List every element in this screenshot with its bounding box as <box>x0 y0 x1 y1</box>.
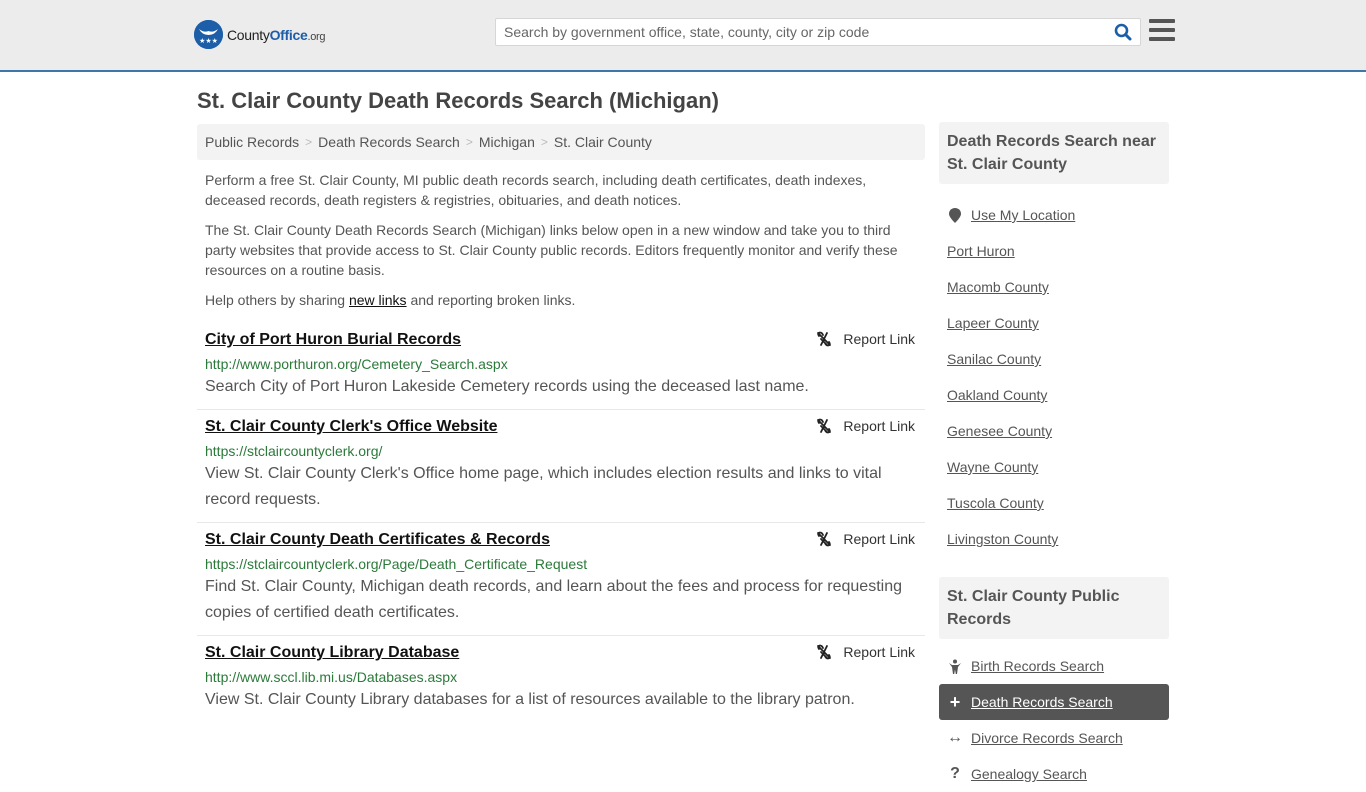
nearby-link-livingston-county[interactable]: Livingston County <box>947 531 1058 547</box>
result-title-link[interactable]: St. Clair County Clerk's Office Website <box>205 416 497 438</box>
result-url[interactable]: https://stclaircountyclerk.org/ <box>205 441 917 461</box>
public-records-item-genealogy[interactable]: ? Genealogy Search <box>939 756 1169 792</box>
new-links-link[interactable]: new links <box>349 292 407 308</box>
death-records-search-link[interactable]: Death Records Search <box>971 694 1113 710</box>
search-icon <box>1114 23 1132 41</box>
sidebar: Death Records Search near St. Clair Coun… <box>939 122 1169 792</box>
result-description: Find St. Clair County, Michigan death re… <box>205 578 902 621</box>
report-link-button[interactable]: Report Link <box>816 418 915 434</box>
public-records-list: Birth Records Search + Death Records Sea… <box>939 648 1169 792</box>
search-button[interactable] <box>1106 19 1140 45</box>
site-header: ★★★ CountyOffice.org <box>0 0 1366 72</box>
breadcrumb-separator: > <box>540 135 548 149</box>
intro: Perform a free St. Clair County, MI publ… <box>197 170 925 310</box>
public-records-heading: St. Clair County Public Records <box>939 577 1169 639</box>
breadcrumb-separator: > <box>305 135 313 149</box>
result-url[interactable]: https://stclaircountyclerk.org/Page/Deat… <box>205 554 917 574</box>
logo[interactable]: ★★★ CountyOffice.org <box>194 20 326 49</box>
broken-link-icon <box>817 418 832 434</box>
breadcrumb-separator: > <box>465 135 473 149</box>
divorce-records-search-link[interactable]: Divorce Records Search <box>971 730 1123 746</box>
main-content: Public Records > Death Records Search > … <box>197 124 925 722</box>
breadcrumb-public-records[interactable]: Public Records <box>205 134 299 150</box>
hamburger-menu-icon[interactable] <box>1149 19 1175 41</box>
search-bar <box>495 18 1141 46</box>
report-link-button[interactable]: Report Link <box>816 531 915 547</box>
nearby-link-macomb-county[interactable]: Macomb County <box>947 279 1049 295</box>
report-link-button[interactable]: Report Link <box>816 331 915 347</box>
nearby-item[interactable]: Tuscola County <box>939 485 1169 521</box>
intro-paragraph: Perform a free St. Clair County, MI publ… <box>205 172 867 208</box>
nearby-link-lapeer-county[interactable]: Lapeer County <box>947 315 1039 331</box>
result-title-link[interactable]: St. Clair County Death Certificates & Re… <box>205 529 550 551</box>
svg-text:★★★: ★★★ <box>199 37 218 45</box>
breadcrumb: Public Records > Death Records Search > … <box>197 124 925 160</box>
nearby-link-genesee-county[interactable]: Genesee County <box>947 423 1052 439</box>
intro-paragraph: The St. Clair County Death Records Searc… <box>205 222 898 278</box>
result-item: St. Clair County Clerk's Office Website … <box>197 410 925 523</box>
logo-text: CountyOffice.org <box>227 26 326 43</box>
result-url[interactable]: http://www.sccl.lib.mi.us/Databases.aspx <box>205 667 917 687</box>
public-records-item-divorce[interactable]: ↔ Divorce Records Search <box>939 720 1169 756</box>
result-description: View St. Clair County Clerk's Office hom… <box>205 465 882 508</box>
nearby-link-port-huron[interactable]: Port Huron <box>947 243 1015 259</box>
nearby-item[interactable]: Livingston County <box>939 521 1169 557</box>
result-item: St. Clair County Death Certificates & Re… <box>197 523 925 636</box>
result-item: City of Port Huron Burial Records Report… <box>197 323 925 410</box>
result-url[interactable]: http://www.porthuron.org/Cemetery_Search… <box>205 354 917 374</box>
use-my-location-item[interactable]: Use My Location <box>939 197 1169 233</box>
public-records-item-death[interactable]: + Death Records Search <box>939 684 1169 720</box>
search-input[interactable] <box>496 19 1106 45</box>
nearby-item[interactable]: Macomb County <box>939 269 1169 305</box>
nearby-item[interactable]: Wayne County <box>939 449 1169 485</box>
results-list: City of Port Huron Burial Records Report… <box>197 323 925 722</box>
result-description: View St. Clair County Library databases … <box>205 691 855 708</box>
public-records-item-birth[interactable]: Birth Records Search <box>939 648 1169 684</box>
plus-icon: + <box>949 691 961 712</box>
birth-records-search-link[interactable]: Birth Records Search <box>971 658 1104 674</box>
use-my-location-link[interactable]: Use My Location <box>971 207 1075 223</box>
arrows-horizontal-icon: ↔ <box>947 729 963 746</box>
logo-eagle-icon: ★★★ <box>194 20 223 49</box>
nearby-heading: Death Records Search near St. Clair Coun… <box>939 122 1169 184</box>
nearby-link-sanilac-county[interactable]: Sanilac County <box>947 351 1041 367</box>
nearby-item[interactable]: Genesee County <box>939 413 1169 449</box>
result-item: St. Clair County Library Database Report… <box>197 636 925 722</box>
nearby-item[interactable]: Port Huron <box>939 233 1169 269</box>
result-description: Search City of Port Huron Lakeside Cemet… <box>205 378 809 395</box>
nearby-item[interactable]: Lapeer County <box>939 305 1169 341</box>
nearby-item[interactable]: Sanilac County <box>939 341 1169 377</box>
broken-link-icon <box>817 644 832 660</box>
genealogy-search-link[interactable]: Genealogy Search <box>971 766 1087 782</box>
broken-link-icon <box>817 331 832 347</box>
page-title: St. Clair County Death Records Search (M… <box>197 88 719 113</box>
breadcrumb-current: St. Clair County <box>553 134 652 150</box>
breadcrumb-death-records-search[interactable]: Death Records Search <box>318 134 460 150</box>
nearby-item[interactable]: Oakland County <box>939 377 1169 413</box>
breadcrumb-michigan[interactable]: Michigan <box>479 134 535 150</box>
nearby-link-oakland-county[interactable]: Oakland County <box>947 387 1047 403</box>
report-link-button[interactable]: Report Link <box>816 644 915 660</box>
result-title-link[interactable]: City of Port Huron Burial Records <box>205 329 461 351</box>
result-title-link[interactable]: St. Clair County Library Database <box>205 642 459 664</box>
map-pin-icon <box>947 207 963 223</box>
nearby-list: Use My Location Port Huron Macomb County… <box>939 197 1169 557</box>
nearby-link-tuscola-county[interactable]: Tuscola County <box>947 495 1044 511</box>
baby-icon <box>947 659 963 674</box>
share-links-paragraph: Help others by sharing new links and rep… <box>205 292 576 308</box>
nearby-link-wayne-county[interactable]: Wayne County <box>947 459 1038 475</box>
broken-link-icon <box>817 531 832 547</box>
